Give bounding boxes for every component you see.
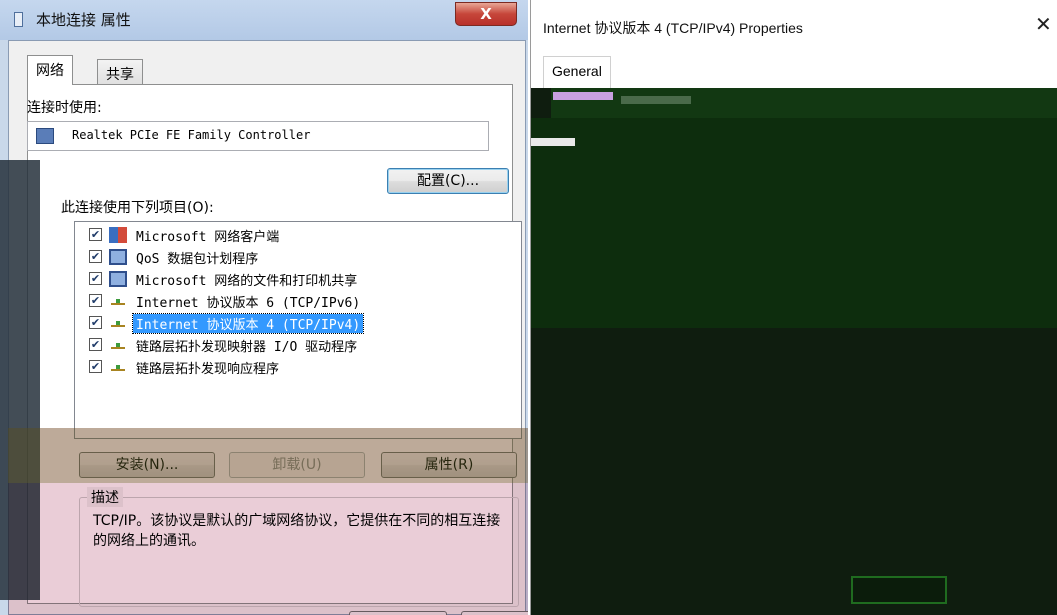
uninstall-button[interactable]: 卸载(U)	[229, 452, 365, 478]
item-label: Internet 协议版本 6 (TCP/IPv6)	[136, 296, 361, 311]
checkbox[interactable]: ✔	[89, 316, 102, 329]
checkbox[interactable]: ✔	[89, 272, 102, 285]
dialog-title: 本地连接 属性	[36, 11, 131, 29]
item-label: Microsoft 网络的文件和打印机共享	[136, 274, 358, 289]
image-artifact	[553, 92, 613, 100]
checkbox[interactable]: ✔	[89, 294, 102, 307]
list-item-qos-scheduler[interactable]: ✔ QoS 数据包计划程序	[81, 246, 511, 268]
computer-icon	[109, 271, 127, 287]
properties-button[interactable]: 属性(R)	[381, 452, 517, 478]
description-text: TCP/IP。该协议是默认的广域网络协议，它提供在不同的相互连接的网络上的通讯。	[93, 513, 501, 549]
network-adapter-icon	[14, 12, 23, 27]
description-legend: 描述	[87, 487, 123, 507]
list-item-network-client[interactable]: ✔ Microsoft 网络客户端	[81, 224, 511, 246]
checkbox[interactable]: ✔	[89, 360, 102, 373]
title-bar[interactable]: 本地连接 属性 X	[0, 0, 528, 40]
items-label: 此连接使用下列项目(O):	[61, 200, 214, 216]
dialog-title: Internet 协议版本 4 (TCP/IPv4) Properties	[543, 20, 803, 36]
checkbox[interactable]: ✔	[89, 228, 102, 241]
image-artifact	[531, 138, 575, 146]
network-card-icon	[36, 128, 54, 144]
protocol-icon	[109, 337, 127, 353]
cancel-button[interactable]: 取消	[461, 611, 528, 615]
item-label: Microsoft 网络客户端	[136, 230, 280, 245]
image-artifact	[621, 96, 691, 104]
item-label: QoS 数据包计划程序	[136, 252, 259, 267]
ipv4-properties-dialog: Internet 协议版本 4 (TCP/IPv4) Properties ✕ …	[530, 0, 1057, 615]
tab-general[interactable]: General	[543, 56, 611, 88]
list-item-ipv4[interactable]: ✔ Internet 协议版本 4 (TCP/IPv4)	[81, 312, 511, 334]
tab-sharing[interactable]: 共享	[97, 59, 143, 86]
protocol-icon	[109, 315, 127, 331]
item-label: Internet 协议版本 4 (TCP/IPv4)	[131, 313, 365, 334]
list-item-lltd-mapper[interactable]: ✔ 链路层拓扑发现映射器 I/O 驱动程序	[81, 334, 511, 356]
checkbox[interactable]: ✔	[89, 250, 102, 263]
configure-button[interactable]: 配置(C)...	[387, 168, 509, 194]
connect-using-label: 连接时使用:	[27, 100, 102, 116]
list-item-file-printer-sharing[interactable]: ✔ Microsoft 网络的文件和打印机共享	[81, 268, 511, 290]
computer-icon	[109, 249, 127, 265]
ok-button[interactable]: 确定	[349, 611, 447, 615]
install-button[interactable]: 安装(N)...	[79, 452, 215, 478]
list-item-lltd-responder[interactable]: ✔ 链路层拓扑发现响应程序	[81, 356, 511, 378]
list-item-ipv6[interactable]: ✔ Internet 协议版本 6 (TCP/IPv6)	[81, 290, 511, 312]
checkbox[interactable]: ✔	[89, 338, 102, 351]
adapter-field: Realtek PCIe FE Family Controller	[27, 121, 489, 151]
protocol-icon	[109, 359, 127, 375]
highlighted-region	[851, 576, 947, 604]
network-client-icon	[109, 227, 127, 243]
item-label: 链路层拓扑发现响应程序	[136, 362, 280, 377]
close-icon[interactable]: ✕	[1035, 12, 1052, 36]
protocol-icon	[109, 293, 127, 309]
close-button[interactable]: X	[455, 2, 517, 26]
image-artifact	[531, 118, 1057, 328]
local-connection-properties-dialog: 本地连接 属性 X 网络 共享 连接时使用: Realtek PCIe FE F…	[0, 0, 528, 615]
dialog-body: 网络 共享 连接时使用: Realtek PCIe FE Family Cont…	[8, 40, 528, 615]
tab-network[interactable]: 网络	[27, 55, 73, 85]
adapter-name: Realtek PCIe FE Family Controller	[72, 128, 311, 142]
item-label: 链路层拓扑发现映射器 I/O 驱动程序	[136, 340, 358, 355]
connection-items-list[interactable]: ✔ Microsoft 网络客户端 ✔ QoS 数据包计划程序 ✔ Micros…	[74, 221, 522, 439]
